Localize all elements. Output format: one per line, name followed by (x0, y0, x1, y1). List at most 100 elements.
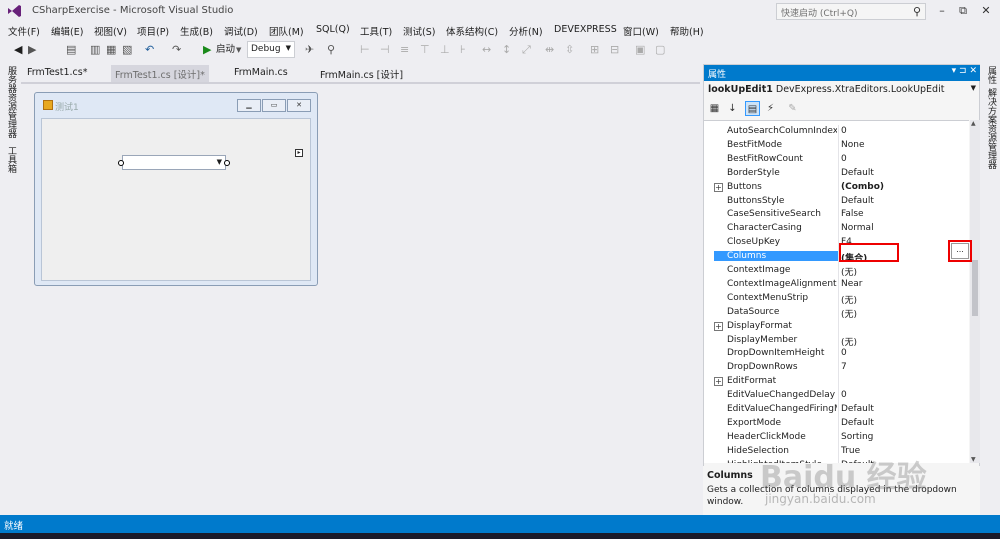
property-value[interactable]: Default (841, 168, 874, 178)
property-value[interactable]: (无) (841, 335, 857, 348)
start-icon[interactable]: ▶ (203, 42, 211, 58)
align-center-icon[interactable]: ⊣ (380, 42, 390, 58)
properties-side-tab[interactable]: 属性 (985, 66, 998, 84)
column-divider[interactable] (838, 194, 839, 209)
menu-item-3[interactable]: 项目(P) (137, 24, 169, 38)
properties-icon[interactable]: ▤ (745, 101, 760, 116)
property-value[interactable]: Sorting (841, 432, 873, 442)
attach-icon[interactable]: ✈ (305, 42, 314, 58)
property-value[interactable]: (无) (841, 293, 857, 306)
property-value[interactable]: 7 (841, 362, 847, 372)
property-row[interactable]: + EditFormat (704, 375, 969, 390)
property-row[interactable]: BestFitRowCount 0 (704, 152, 969, 167)
same-size-icon[interactable]: ⤢ (522, 42, 531, 58)
property-row[interactable]: Columns (集合) (704, 250, 969, 265)
events-icon[interactable]: ⚡ (763, 101, 778, 116)
designer-form[interactable]: 测试1 ▁ ▭ ✕ ▼ ▸ (34, 92, 318, 286)
expand-icon[interactable]: + (714, 321, 723, 331)
menu-item-11[interactable]: 分析(N) (509, 24, 543, 38)
column-divider[interactable] (838, 291, 839, 306)
property-value[interactable]: 0 (841, 348, 847, 358)
property-row[interactable]: ExportMode Default (704, 416, 969, 431)
scroll-down-icon[interactable]: ▼ (971, 456, 976, 463)
resize-handle-left[interactable] (118, 160, 124, 166)
expand-icon[interactable]: + (714, 377, 723, 387)
property-value[interactable]: (无) (841, 265, 857, 278)
h-spacing-icon[interactable]: ⇹ (545, 42, 554, 58)
tab-frmtest1-designer[interactable]: FrmTest1.cs [设计]* (111, 65, 209, 82)
save-all-icon[interactable]: ▧ (122, 42, 132, 58)
lookup-edit-control[interactable]: ▼ ▸ (118, 149, 303, 170)
scrollbar-thumb[interactable] (972, 260, 978, 316)
align-middle-icon[interactable]: ⊥ (440, 42, 450, 58)
tab-frmmain-cs[interactable]: FrmMain.cs (230, 65, 292, 82)
form-client-area[interactable]: ▼ ▸ (41, 118, 311, 281)
property-row[interactable]: + DisplayFormat (704, 319, 969, 334)
menu-item-0[interactable]: 文件(F) (8, 24, 40, 38)
column-divider[interactable] (838, 152, 839, 167)
chevron-down-icon[interactable]: ▼ (971, 84, 976, 92)
find-icon[interactable]: ⚲ (327, 42, 335, 58)
same-width-icon[interactable]: ↔ (482, 42, 491, 58)
menu-item-10[interactable]: 体系结构(C) (446, 24, 498, 38)
column-divider[interactable] (838, 361, 839, 376)
property-row[interactable]: BestFitMode None (704, 138, 969, 153)
property-value[interactable]: 0 (841, 126, 847, 136)
column-divider[interactable] (838, 416, 839, 431)
menu-item-13[interactable]: 窗口(W) (623, 24, 659, 38)
solution-explorer-side-tab[interactable]: 解决方案资源管理器 (985, 88, 998, 169)
property-value[interactable]: (无) (841, 307, 857, 320)
same-height-icon[interactable]: ↕ (502, 42, 511, 58)
property-row[interactable]: DisplayMember (无) (704, 333, 969, 348)
property-pages-icon[interactable]: ✎ (785, 101, 800, 116)
property-value[interactable]: 0 (841, 390, 847, 400)
column-divider[interactable] (838, 222, 839, 237)
column-divider[interactable] (838, 166, 839, 181)
quick-launch-input[interactable]: 快速启动 (Ctrl+Q) ⚲ (776, 3, 926, 20)
column-divider[interactable] (838, 375, 839, 390)
property-value[interactable]: Default (841, 196, 874, 206)
menu-item-2[interactable]: 视图(V) (94, 24, 127, 38)
alphabetical-icon[interactable]: ↓ (725, 101, 740, 116)
tab-frmmain-designer[interactable]: FrmMain.cs [设计] (316, 65, 407, 82)
save-icon[interactable]: ▦ (106, 42, 116, 58)
solution-config-select[interactable]: Debug ▼ (247, 41, 295, 58)
menu-item-12[interactable]: DEVEXPRESS (554, 24, 617, 35)
start-button[interactable]: 启动 (216, 42, 235, 58)
center-v-icon[interactable]: ⊟ (610, 42, 619, 58)
tab-frmtest1-cs[interactable]: FrmTest1.cs* (23, 65, 91, 82)
property-row[interactable]: ContextMenuStrip (无) (704, 291, 969, 306)
property-value[interactable]: None (841, 140, 864, 150)
server-explorer-tab[interactable]: 服务器资源管理器 (5, 66, 18, 138)
center-h-icon[interactable]: ⊞ (590, 42, 599, 58)
align-left-icon[interactable]: ⊢ (360, 42, 370, 58)
property-value[interactable]: (Combo) (841, 182, 884, 192)
property-row[interactable]: DataSource (无) (704, 305, 969, 320)
scroll-up-icon[interactable]: ▲ (971, 120, 976, 127)
align-right-icon[interactable]: ≡ (400, 42, 409, 58)
property-row[interactable]: BorderStyle Default (704, 166, 969, 181)
property-row[interactable]: CaseSensitiveSearch False (704, 208, 969, 223)
property-value[interactable]: 0 (841, 154, 847, 164)
property-row[interactable]: ButtonsStyle Default (704, 194, 969, 209)
property-value[interactable]: False (841, 209, 864, 219)
menu-item-14[interactable]: 帮助(H) (670, 24, 704, 38)
smart-tag-icon[interactable]: ▸ (295, 149, 303, 157)
forward-icon[interactable]: ▶ (28, 42, 36, 58)
menu-item-1[interactable]: 编辑(E) (51, 24, 83, 38)
column-divider[interactable] (838, 277, 839, 292)
column-divider[interactable] (838, 208, 839, 223)
column-divider[interactable] (838, 333, 839, 348)
property-row[interactable]: AutoSearchColumnIndex 0 (704, 125, 969, 139)
column-divider[interactable] (838, 305, 839, 320)
property-row[interactable]: + Buttons (Combo) (704, 180, 969, 195)
categorized-icon[interactable]: ▦ (707, 101, 722, 116)
column-divider[interactable] (838, 430, 839, 445)
property-row[interactable]: HeaderClickMode Sorting (704, 430, 969, 445)
align-bottom-icon[interactable]: ⊦ (460, 42, 466, 58)
align-top-icon[interactable]: ⊤ (420, 42, 430, 58)
property-row[interactable]: EditValueChangedFiringM Default (704, 403, 969, 417)
menu-item-5[interactable]: 调试(D) (224, 24, 258, 38)
resize-handle-right[interactable] (224, 160, 230, 166)
property-value[interactable]: Normal (841, 223, 874, 233)
